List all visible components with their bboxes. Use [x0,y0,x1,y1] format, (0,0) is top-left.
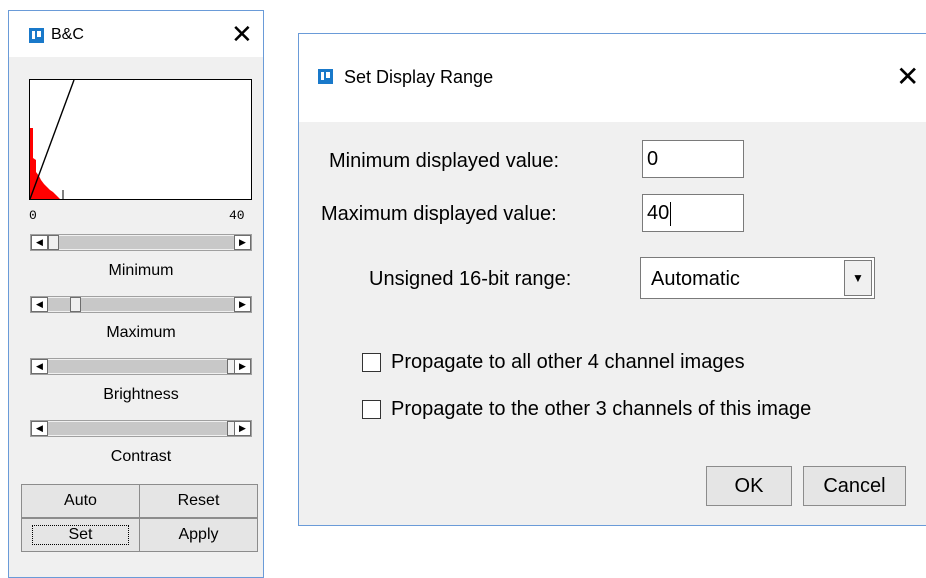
minimum-displayed-label: Minimum displayed value: [329,150,560,172]
propagate-channels-checkbox[interactable] [362,400,381,419]
right-arrow-icon[interactable]: ▶ [234,359,251,374]
left-arrow-icon[interactable]: ◀ [31,421,48,436]
left-arrow-icon[interactable]: ◀ [31,297,48,312]
propagate-channels-label: Propagate to the other 3 channels of thi… [391,398,812,420]
unsigned-range-dropdown[interactable]: Automatic ▼ [640,257,875,299]
maximum-displayed-label: Maximum displayed value: [321,203,557,225]
maximum-label: Maximum [106,324,176,341]
unsigned-range-value: Automatic [651,268,740,290]
minimum-value-text: 0 [647,148,659,170]
ok-button[interactable]: OK [706,466,792,506]
right-arrow-icon[interactable]: ▶ [234,421,251,436]
maximum-slider[interactable]: ◀ ▶ [30,296,252,313]
focus-ring [32,525,129,545]
maximum-value-field[interactable]: 40 [642,194,744,232]
cancel-button[interactable]: Cancel [803,466,906,506]
histogram-plot [29,79,252,200]
brightness-label: Brightness [103,386,179,403]
dialog-title: Set Display Range [344,67,494,87]
slider-track[interactable] [48,359,238,374]
auto-button[interactable]: Auto [21,484,140,518]
set-display-range-dialog: Set Display Range ✕ Minimum displayed va… [298,33,926,526]
bc-window: B&C ✕ 0 40 ◀ ▶ Minimum ◀ ▶ Maximum ◀ ▶ B [8,10,264,578]
display-range-line [30,80,75,199]
histogram-max-label: 40 [229,208,245,223]
apply-button[interactable]: Apply [139,518,258,552]
slider-track[interactable] [48,235,234,250]
minimum-label: Minimum [108,262,174,279]
slider-track[interactable] [48,297,234,312]
histogram-min-label: 0 [29,208,37,223]
slider-track[interactable] [48,421,238,436]
right-arrow-icon[interactable]: ▶ [234,297,251,312]
chevron-down-icon[interactable]: ▼ [844,260,872,296]
imagej-app-icon [318,69,333,84]
contrast-label: Contrast [110,448,172,465]
slider-thumb[interactable] [70,297,81,312]
minimum-slider[interactable]: ◀ ▶ [30,234,252,251]
propagate-all-label: Propagate to all other 4 channel images [391,351,745,373]
contrast-slider[interactable]: ◀ ▶ [30,420,252,437]
slider-thumb[interactable] [48,235,59,250]
propagate-all-checkbox[interactable] [362,353,381,372]
reset-button[interactable]: Reset [139,484,258,518]
bc-close-icon[interactable]: ✕ [231,21,253,47]
left-arrow-icon[interactable]: ◀ [31,235,48,250]
minimum-value-field[interactable]: 0 [642,140,744,178]
maximum-value-text: 40 [647,202,670,224]
bc-title-bar[interactable]: B&C ✕ [9,11,263,57]
set-button[interactable]: Set [21,518,140,552]
dialog-title-bar[interactable]: Set Display Range ✕ [299,34,926,122]
left-arrow-icon[interactable]: ◀ [31,359,48,374]
bc-window-title: B&C [51,26,84,43]
right-arrow-icon[interactable]: ▶ [234,235,251,250]
text-caret [670,201,672,226]
histogram-svg [30,80,75,199]
imagej-app-icon [29,28,44,43]
dialog-close-icon[interactable]: ✕ [896,63,919,91]
brightness-slider[interactable]: ◀ ▶ [30,358,252,375]
unsigned-range-label: Unsigned 16-bit range: [369,268,572,290]
